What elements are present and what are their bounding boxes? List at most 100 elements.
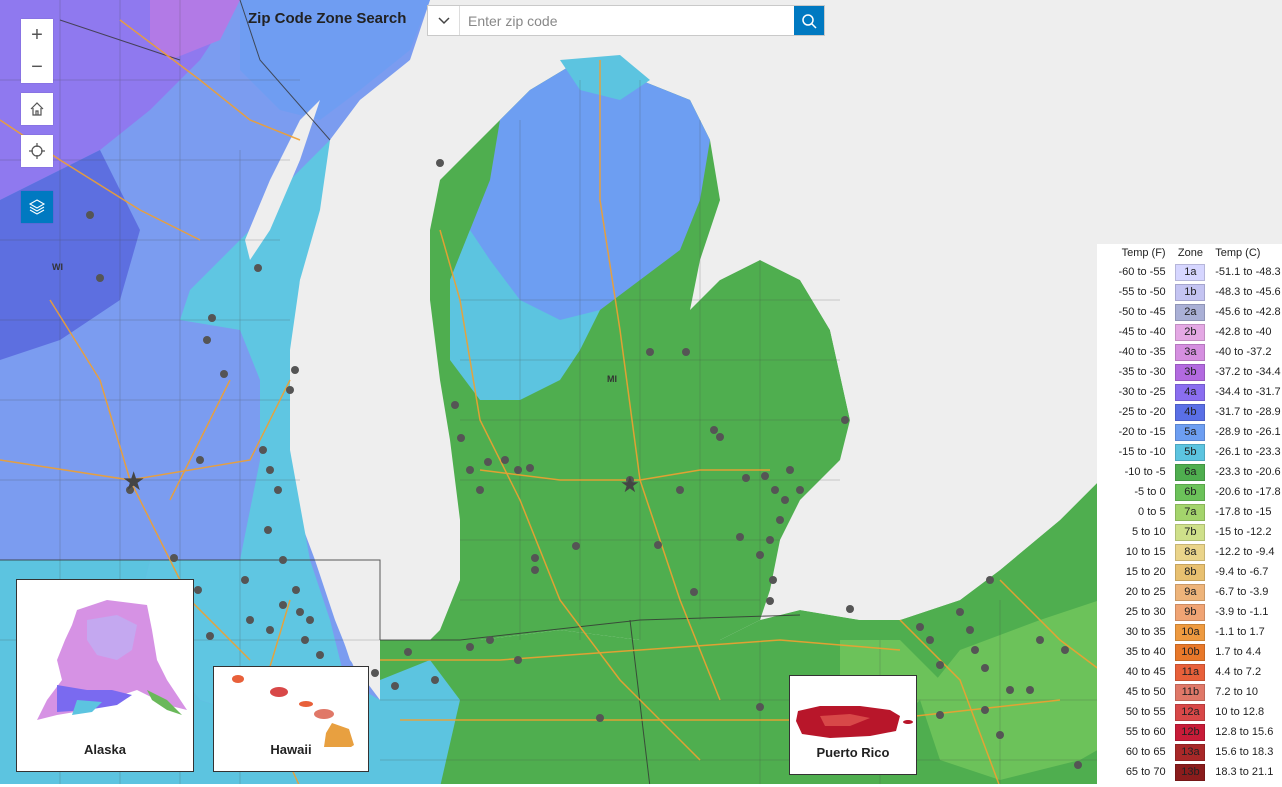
legend-row: -60 to -55 1a -51.1 to -48.3: [1097, 262, 1282, 282]
crosshair-icon: [29, 143, 45, 159]
legend-zone-swatch: 7b: [1175, 523, 1206, 541]
legend-zone: 6b: [1166, 483, 1216, 501]
legend-temp-f: 45 to 50: [1125, 686, 1166, 698]
legend-zone-swatch: 5a: [1175, 423, 1206, 441]
legend-zone-swatch: 10a: [1175, 623, 1206, 641]
legend-temp-f: 35 to 40: [1125, 646, 1166, 658]
zoom-controls: + −: [21, 19, 53, 83]
zoom-out-button[interactable]: −: [21, 51, 53, 83]
legend-zone-swatch: 2a: [1175, 303, 1206, 321]
legend-header-zone: Zone: [1177, 247, 1203, 259]
legend-temp-c: 10 to 12.8: [1215, 706, 1265, 718]
alaska-inset[interactable]: Alaska: [16, 579, 194, 772]
hawaii-label: Hawaii: [270, 742, 312, 757]
zip-code-input[interactable]: [460, 6, 794, 35]
legend-header: Temp (F) Zone Temp (C): [1097, 244, 1282, 262]
legend-row: -50 to -45 2a -45.6 to -42.8: [1097, 302, 1282, 322]
hawaii-map-image: [232, 675, 354, 747]
legend-temp-f: -20 to -15: [1118, 426, 1166, 438]
legend-temp-c: -17.8 to -15: [1215, 506, 1272, 518]
state-label-wi: WI: [52, 262, 63, 272]
legend-temp-c: -12.2 to -9.4: [1215, 546, 1275, 558]
legend-zone: 11a: [1166, 663, 1216, 681]
map-view[interactable]: ★ ★ WI MI + − Zip Code Zone Search Enter…: [0, 0, 1282, 787]
legend-zone: 3a: [1166, 343, 1216, 361]
home-icon: [30, 102, 44, 116]
legend-temp-f: -10 to -5: [1124, 466, 1166, 478]
minus-icon: −: [31, 55, 43, 78]
search-button[interactable]: [794, 6, 824, 35]
legend-row: 40 to 45 11a 4.4 to 7.2: [1097, 662, 1282, 682]
legend-row: -5 to 0 6b -20.6 to -17.8: [1097, 482, 1282, 502]
legend-zone: 4b: [1166, 403, 1216, 421]
legend-row: 30 to 35 10a -1.1 to 1.7: [1097, 622, 1282, 642]
legend-temp-c: -23.3 to -20.6: [1215, 466, 1281, 478]
search-title: Zip Code Zone Search: [248, 10, 407, 27]
hawaii-inset[interactable]: Hawaii: [213, 666, 369, 772]
puerto-rico-label: Puerto Rico: [816, 745, 890, 760]
legend-zone-swatch: 3a: [1175, 343, 1206, 361]
legend-temp-c: -40 to -37.2: [1215, 346, 1272, 358]
legend-temp-c: -51.1 to -48.3: [1215, 266, 1281, 278]
search-source-dropdown[interactable]: [428, 6, 460, 35]
legend-row: 60 to 65 13a 15.6 to 18.3: [1097, 742, 1282, 762]
legend-row: 25 to 30 9b -3.9 to -1.1: [1097, 602, 1282, 622]
legend-temp-f: -45 to -40: [1118, 326, 1166, 338]
legend-temp-c: 4.4 to 7.2: [1215, 666, 1262, 678]
legend-zone: 12b: [1166, 723, 1216, 741]
legend-temp-f: 30 to 35: [1125, 626, 1166, 638]
legend-row: 20 to 25 9a -6.7 to -3.9: [1097, 582, 1282, 602]
legend-zone-swatch: 3b: [1175, 363, 1206, 381]
legend-zone: 5b: [1166, 443, 1216, 461]
legend-temp-c: -37.2 to -34.4: [1215, 366, 1281, 378]
legend-zone: 7b: [1166, 523, 1216, 541]
search-icon: [802, 13, 817, 29]
legend-temp-c: -26.1 to -23.3: [1215, 446, 1281, 458]
legend-zone: 10a: [1166, 623, 1216, 641]
legend-zone-swatch: 7a: [1175, 503, 1206, 521]
legend-temp-f: -25 to -20: [1118, 406, 1166, 418]
legend-zone-swatch: 11b: [1175, 683, 1206, 701]
legend-temp-f: -30 to -25: [1118, 386, 1166, 398]
legend-zone-swatch: 4b: [1175, 403, 1206, 421]
layers-button[interactable]: [21, 191, 53, 223]
legend-zone: 3b: [1166, 363, 1216, 381]
legend-zone-swatch: 2b: [1175, 323, 1206, 341]
legend-zone-swatch: 11a: [1175, 663, 1206, 681]
home-button[interactable]: [21, 93, 53, 125]
legend-header-temp-c: Temp (C): [1215, 247, 1261, 259]
alaska-label: Alaska: [84, 742, 126, 757]
legend-zone: 5a: [1166, 423, 1216, 441]
legend-temp-c: -15 to -12.2: [1215, 526, 1272, 538]
locate-button[interactable]: [21, 135, 53, 167]
legend-temp-f: 5 to 10: [1131, 526, 1166, 538]
legend-row: -10 to -5 6a -23.3 to -20.6: [1097, 462, 1282, 482]
legend-temp-c: -6.7 to -3.9: [1215, 586, 1269, 598]
legend-zone-swatch: 6b: [1175, 483, 1206, 501]
legend-rows: -60 to -55 1a -51.1 to -48.3 -55 to -50 1b -4…: [1097, 262, 1282, 782]
zoom-in-button[interactable]: +: [21, 19, 53, 51]
legend-zone-swatch: 10b: [1175, 643, 1206, 661]
puerto-rico-inset[interactable]: Puerto Rico: [789, 675, 917, 775]
legend-temp-f: 65 to 70: [1125, 766, 1166, 778]
legend-row: 5 to 10 7b -15 to -12.2: [1097, 522, 1282, 542]
legend-row: 55 to 60 12b 12.8 to 15.6: [1097, 722, 1282, 742]
legend-temp-c: -1.1 to 1.7: [1215, 626, 1265, 638]
legend-temp-c: -31.7 to -28.9: [1215, 406, 1281, 418]
legend-zone: 10b: [1166, 643, 1216, 661]
legend-zone-swatch: 1b: [1175, 283, 1206, 301]
legend-zone-swatch: 1a: [1175, 263, 1206, 281]
legend-zone-swatch: 8a: [1175, 543, 1206, 561]
zip-search-bar: [427, 5, 825, 36]
legend-row: -45 to -40 2b -42.8 to -40: [1097, 322, 1282, 342]
legend-temp-f: 15 to 20: [1125, 566, 1166, 578]
legend-temp-f: 55 to 60: [1125, 726, 1166, 738]
legend-temp-c: -20.6 to -17.8: [1215, 486, 1281, 498]
legend-zone: 13b: [1166, 763, 1216, 781]
plus-icon: +: [31, 23, 43, 46]
legend-temp-c: -42.8 to -40: [1215, 326, 1272, 338]
legend-zone-swatch: 13b: [1175, 763, 1206, 781]
legend-row: -30 to -25 4a -34.4 to -31.7: [1097, 382, 1282, 402]
legend-zone: 1a: [1166, 263, 1216, 281]
legend-row: -25 to -20 4b -31.7 to -28.9: [1097, 402, 1282, 422]
